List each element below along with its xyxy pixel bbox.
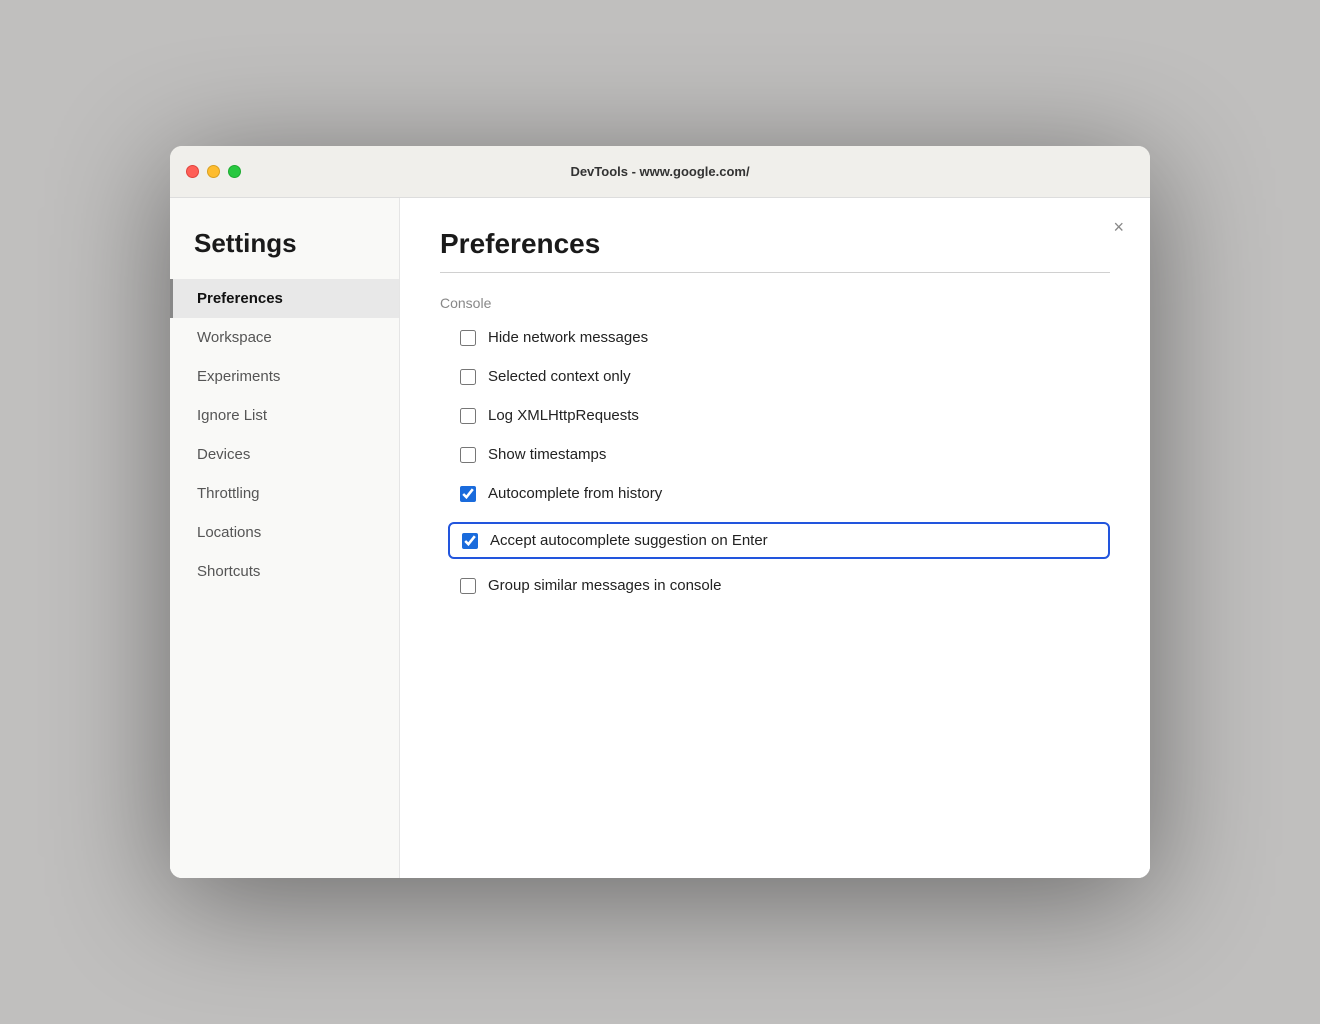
sidebar-item-throttling[interactable]: Throttling [170,474,399,513]
sidebar-item-experiments[interactable]: Experiments [170,357,399,396]
checkbox-label-accept-autocomplete[interactable]: Accept autocomplete suggestion on Enter [490,532,768,549]
sidebar: Settings Preferences Workspace Experimen… [170,198,400,878]
main-title: Preferences [440,228,1110,260]
window-container: DevTools - www.google.com/ Settings Pref… [170,146,1150,878]
sidebar-item-locations[interactable]: Locations [170,513,399,552]
sidebar-item-devices[interactable]: Devices [170,435,399,474]
sidebar-title: Settings [170,228,399,279]
close-traffic-light[interactable] [186,165,199,178]
section-label: Console [440,295,1110,311]
sidebar-item-ignore-list[interactable]: Ignore List [170,396,399,435]
checkbox-row-selected-context: Selected context only [460,366,1110,387]
checkbox-label-autocomplete-history[interactable]: Autocomplete from history [488,485,662,502]
checkbox-label-log-xhr[interactable]: Log XMLHttpRequests [488,407,639,424]
minimize-traffic-light[interactable] [207,165,220,178]
sidebar-item-workspace[interactable]: Workspace [170,318,399,357]
checkbox-row-accept-autocomplete: Accept autocomplete suggestion on Enter [448,522,1110,559]
sidebar-item-preferences[interactable]: Preferences [170,279,399,318]
sidebar-item-shortcuts[interactable]: Shortcuts [170,552,399,591]
checkbox-row-log-xhr: Log XMLHttpRequests [460,405,1110,426]
content-area: Settings Preferences Workspace Experimen… [170,198,1150,878]
window-title: DevTools - www.google.com/ [570,164,749,179]
checkbox-row-show-timestamps: Show timestamps [460,444,1110,465]
title-divider [440,272,1110,273]
maximize-traffic-light[interactable] [228,165,241,178]
title-bar: DevTools - www.google.com/ [170,146,1150,198]
close-button[interactable]: × [1107,216,1130,238]
checkbox-autocomplete-history[interactable] [460,486,476,502]
checkbox-accept-autocomplete[interactable] [462,533,478,549]
checkbox-row-hide-network: Hide network messages [460,327,1110,348]
checkbox-selected-context[interactable] [460,369,476,385]
devtools-window: DevTools - www.google.com/ Settings Pref… [170,146,1150,878]
checkbox-label-show-timestamps[interactable]: Show timestamps [488,446,606,463]
checkboxes-area: Hide network messages Selected context o… [440,327,1110,596]
traffic-lights [186,165,241,178]
checkbox-row-group-similar: Group similar messages in console [460,575,1110,596]
checkbox-log-xhr[interactable] [460,408,476,424]
checkbox-label-selected-context[interactable]: Selected context only [488,368,631,385]
checkbox-show-timestamps[interactable] [460,447,476,463]
checkbox-label-group-similar[interactable]: Group similar messages in console [488,577,721,594]
checkbox-group-similar[interactable] [460,578,476,594]
main-content: × Preferences Console Hide network messa… [400,198,1150,878]
checkbox-label-hide-network[interactable]: Hide network messages [488,329,648,346]
checkbox-hide-network[interactable] [460,330,476,346]
checkbox-row-autocomplete-history: Autocomplete from history [460,483,1110,504]
